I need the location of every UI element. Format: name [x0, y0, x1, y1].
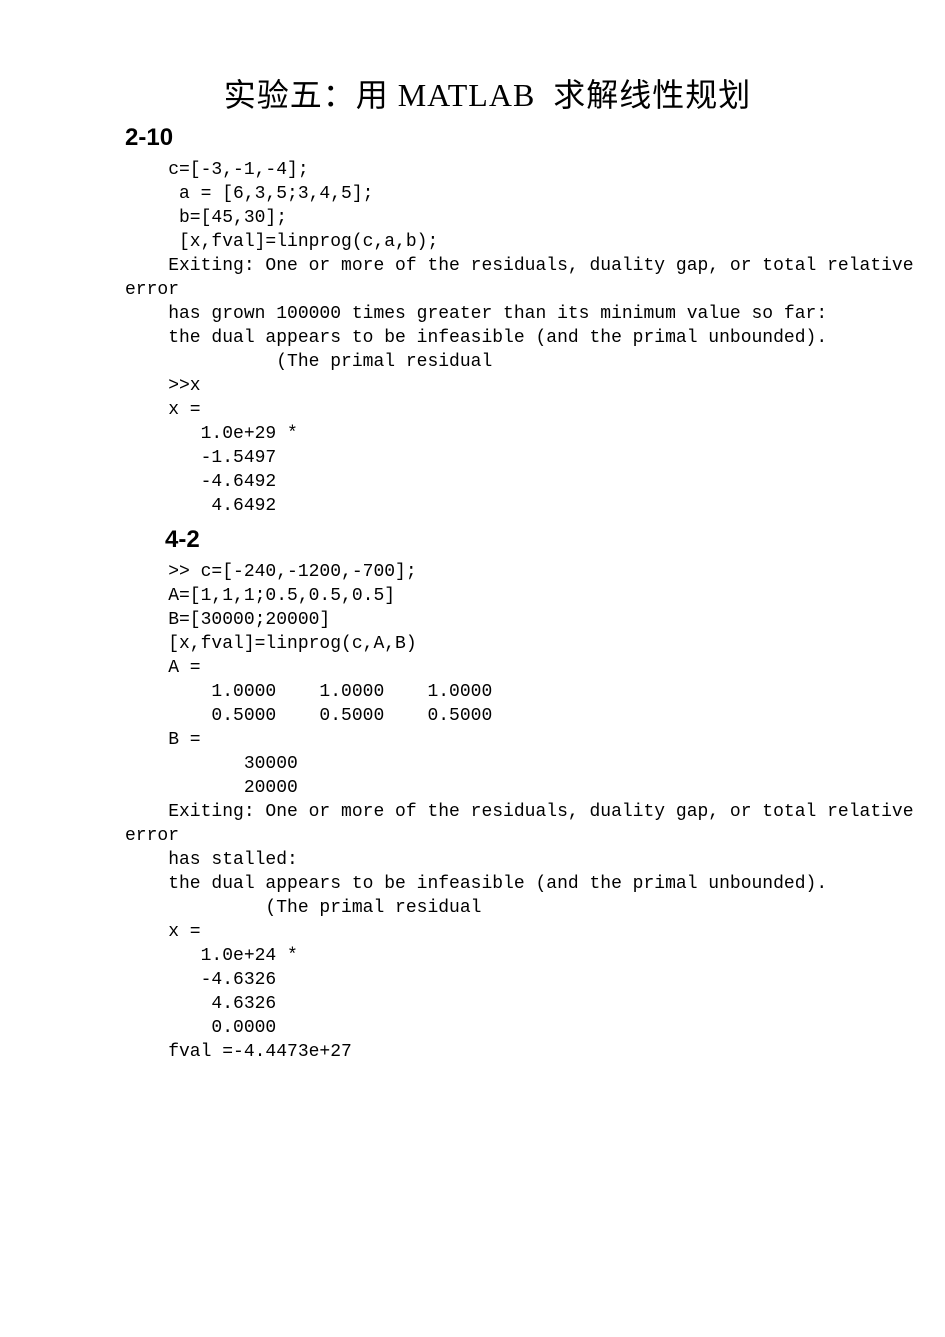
title-matlab: MATLAB: [398, 77, 536, 113]
section-heading-2-10: 2-10: [125, 124, 850, 152]
document-page: 实验五：用 MATLAB 求解线性规划 2-10 c=[-3,-1,-4]; a…: [0, 0, 945, 1337]
section-heading-4-2: 4-2: [165, 526, 850, 554]
title-pre: 实验五：用: [224, 77, 389, 113]
page-title: 实验五：用 MATLAB 求解线性规划: [125, 70, 850, 116]
title-post: 求解线性规划: [553, 77, 751, 113]
code-block-4-2: >> c=[-240,-1200,-700]; A=[1,1,1;0.5,0.5…: [125, 560, 850, 1064]
code-block-2-10: c=[-3,-1,-4]; a = [6,3,5;3,4,5]; b=[45,3…: [125, 158, 850, 518]
